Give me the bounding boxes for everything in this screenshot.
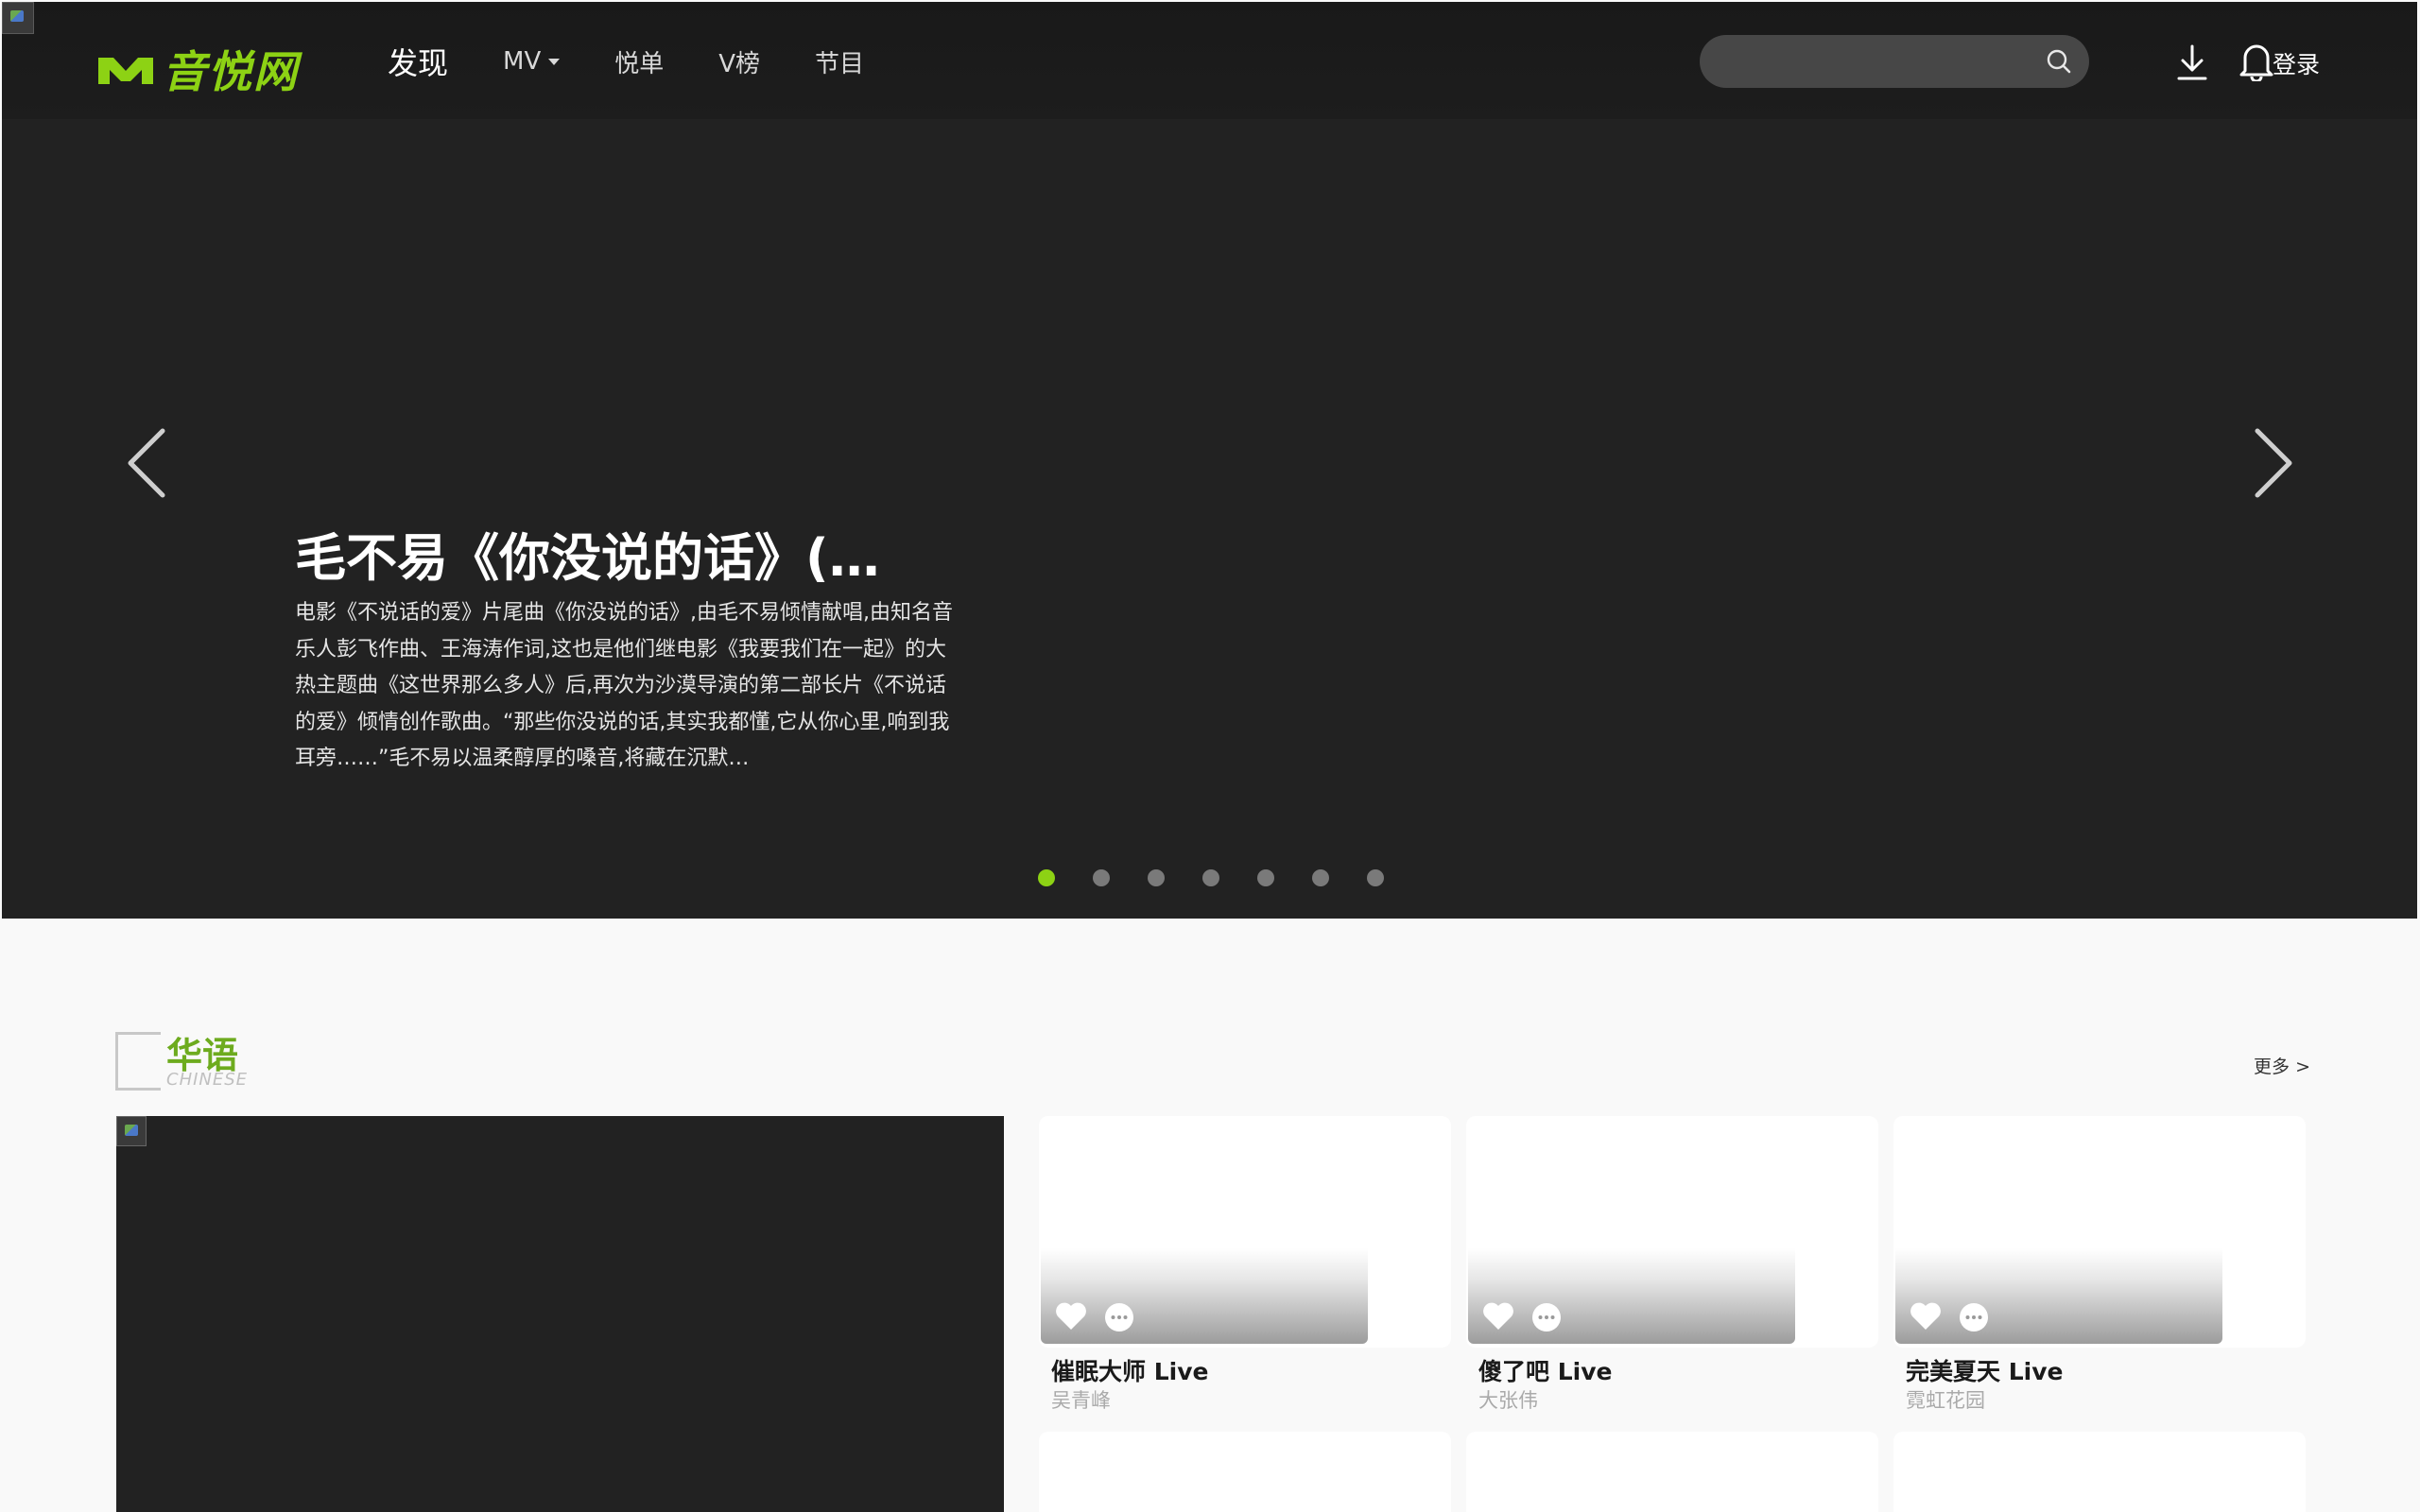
carousel-dots [1038,869,1422,886]
chevron-left-icon[interactable] [125,427,168,499]
bell-icon[interactable] [2238,42,2274,81]
nav-item-label: 悦单 [614,49,665,78]
video-card[interactable] [1039,1432,1451,1512]
hero-banner: 音悦网 发现 MV 悦单 V榜 节目 登录 毛不易《你没说的话》(… 电影《不说… [2,2,2417,919]
featured-video[interactable] [116,1116,1004,1512]
section-header: 华语 CHINESE 更多 > [115,1030,2310,1091]
search-input[interactable] [1722,44,2025,78]
carousel-dot[interactable] [1202,869,1219,886]
site-logo[interactable]: 音悦网 [96,38,299,100]
video-thumbnail[interactable] [1041,1116,1368,1344]
banner-description: 电影《不说话的爱》片尾曲《你没说的话》,由毛不易倾情献唱,由知名音乐人彭飞作曲、… [295,601,953,770]
video-artist[interactable]: 霓虹花园 [1906,1385,1985,1414]
carousel-dot[interactable] [1093,869,1110,886]
nav-item-discover[interactable]: 发现 [388,40,448,83]
banner-title[interactable]: 毛不易《你没说的话》(… [295,516,957,591]
nav-item-label: MV [503,47,542,76]
comment-icon[interactable] [1958,1301,1990,1333]
broken-image-icon [2,2,34,34]
video-card[interactable] [1893,1432,2306,1512]
nav-item-playlists[interactable]: 悦单 [614,44,664,79]
video-artist[interactable]: 大张伟 [1478,1385,1538,1414]
video-title[interactable]: 催眠大师 Live [1051,1353,1208,1387]
comment-icon[interactable] [1530,1301,1563,1333]
nav-item-vchart[interactable]: V榜 [718,44,760,79]
nav-item-label: 发现 [388,45,449,81]
video-thumbnail[interactable] [1468,1116,1795,1344]
video-card[interactable] [1039,1116,1451,1348]
top-navigation-bar: 音悦网 发现 MV 悦单 V榜 节目 登录 [2,2,2417,119]
more-link[interactable]: 更多 > [2254,1053,2310,1078]
logo-text: 音悦网 [163,46,299,97]
search-icon[interactable] [2046,48,2072,75]
search-box [1700,35,2089,88]
nav-item-programs[interactable]: 节目 [815,44,864,79]
carousel-dot[interactable] [1312,869,1329,886]
carousel-dot[interactable] [1257,869,1274,886]
section-subtitle: CHINESE [166,1070,249,1090]
carousel-dot[interactable] [1038,869,1055,886]
video-title[interactable]: 傻了吧 Live [1478,1353,1612,1387]
video-thumbnail[interactable] [1895,1116,2222,1344]
heart-icon[interactable] [1054,1301,1088,1332]
nav-item-label: 节目 [815,49,865,78]
login-link[interactable]: 登录 [2273,46,2320,80]
broken-image-icon [116,1116,147,1146]
video-title[interactable]: 完美夏天 Live [1906,1353,2063,1387]
comment-icon[interactable] [1103,1301,1135,1333]
carousel-dot[interactable] [1367,869,1384,886]
main-nav: 发现 MV 悦单 V榜 节目 [388,40,919,83]
video-card[interactable] [1466,1432,1878,1512]
heart-icon[interactable] [1909,1301,1943,1332]
logo-m-icon [96,52,155,86]
nav-item-mv[interactable]: MV [503,47,561,76]
video-card[interactable] [1893,1116,2306,1348]
caret-down-icon [548,58,561,65]
heart-icon[interactable] [1481,1301,1515,1332]
download-icon[interactable] [2176,43,2208,81]
video-card[interactable] [1466,1116,1878,1348]
video-artist[interactable]: 吴青峰 [1051,1385,1111,1414]
section-bracket-decoration [115,1032,161,1091]
chevron-right-icon[interactable] [2252,427,2295,499]
carousel-dot[interactable] [1148,869,1165,886]
nav-item-label: V榜 [718,49,761,78]
